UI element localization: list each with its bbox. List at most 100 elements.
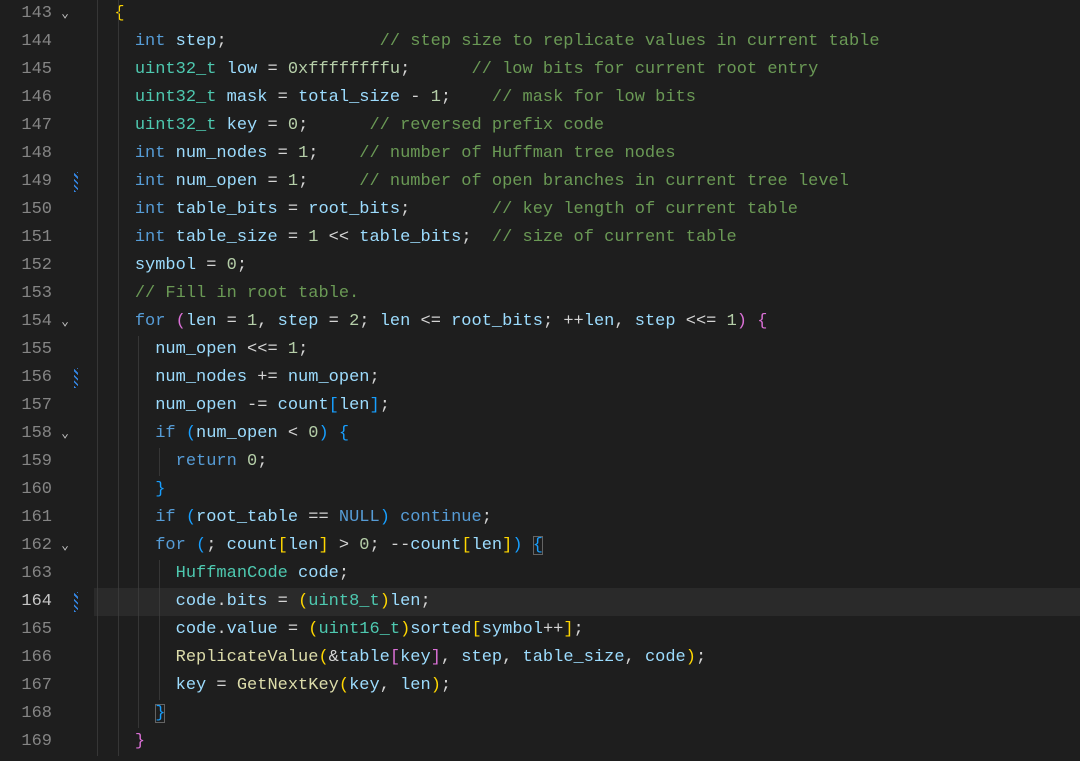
code-line[interactable]: int num_nodes = 1; // number of Huffman … [94,140,1080,168]
gutter-row[interactable]: 162⌄ [0,532,94,560]
code-line[interactable]: uint32_t mask = total_size - 1; // mask … [94,84,1080,112]
token-punc: ; [421,592,431,611]
gutter-row[interactable]: 153 [0,280,94,308]
gutter-row[interactable]: 159 [0,448,94,476]
gutter-row[interactable]: 158⌄ [0,420,94,448]
gutter-row[interactable]: 157 [0,392,94,420]
indent-guide [118,560,119,588]
gutter-row[interactable]: 155 [0,336,94,364]
code-line[interactable]: code.bits = (uint8_t)len; [94,588,1080,616]
indent-guide [97,280,98,308]
token-var: table_size [523,648,625,667]
gutter-row[interactable]: 151 [0,224,94,252]
token-default [176,424,186,443]
token-braceB: ) [380,508,390,527]
code-line[interactable]: num_open -= count[len]; [94,392,1080,420]
indent [94,704,155,723]
gutter-row[interactable]: 163 [0,560,94,588]
gutter-row[interactable]: 145 [0,56,94,84]
token-default [176,508,186,527]
code-line[interactable]: return 0; [94,448,1080,476]
code-line[interactable]: // Fill in root table. [94,280,1080,308]
code-line[interactable]: for (; count[len] > 0; --count[len]) { [94,532,1080,560]
token-punc: ; [298,340,308,359]
indent-guide [97,308,98,336]
line-number: 160 [0,476,56,504]
line-number: 149 [0,168,56,196]
gutter-row[interactable]: 160 [0,476,94,504]
token-number: 0 [247,452,257,471]
code-line[interactable]: ReplicateValue(&table[key], step, table_… [94,644,1080,672]
line-number: 165 [0,616,56,644]
token-braceP: ) [737,312,747,331]
gutter-row[interactable]: 150 [0,196,94,224]
gutter-row[interactable]: 166 [0,644,94,672]
fold-chevron-icon[interactable]: ⌄ [56,308,74,336]
gutter-row[interactable]: 148 [0,140,94,168]
gutter-row[interactable]: 169 [0,728,94,756]
indent-guide [118,616,119,644]
token-default [216,116,226,135]
code-line[interactable]: { [94,0,1080,28]
token-braceB: ) [318,424,328,443]
indent-guide [118,392,119,420]
code-line[interactable]: key = GetNextKey(key, len); [94,672,1080,700]
code-line[interactable]: for (len = 1, step = 2; len <= root_bits… [94,308,1080,336]
token-var: len [186,312,217,331]
gutter[interactable]: 143⌄144145146147148149150151152153154⌄15… [0,0,94,761]
indent-guide [97,196,98,224]
indent-guide [138,476,139,504]
gutter-row[interactable]: 143⌄ [0,0,94,28]
code-line[interactable]: } [94,728,1080,756]
fold-chevron-icon[interactable]: ⌄ [56,532,74,560]
gutter-row[interactable]: 164 [0,588,94,616]
gutter-row[interactable]: 152 [0,252,94,280]
code-line[interactable]: } [94,700,1080,728]
gutter-row[interactable]: 154⌄ [0,308,94,336]
gutter-row[interactable]: 147 [0,112,94,140]
gutter-row[interactable]: 144 [0,28,94,56]
code-line[interactable]: if (root_table == NULL) continue; [94,504,1080,532]
gutter-row[interactable]: 165 [0,616,94,644]
gutter-row[interactable]: 146 [0,84,94,112]
code-editor[interactable]: 143⌄144145146147148149150151152153154⌄15… [0,0,1080,761]
indent-guide [97,672,98,700]
code-line[interactable]: num_nodes += num_open; [94,364,1080,392]
code-line[interactable]: if (num_open < 0) { [94,420,1080,448]
gutter-row[interactable]: 156 [0,364,94,392]
token-braceB: ( [196,536,206,555]
code-line[interactable]: int step; // step size to replicate valu… [94,28,1080,56]
gutter-row[interactable]: 168 [0,700,94,728]
gutter-row[interactable]: 167 [0,672,94,700]
code-line[interactable]: uint32_t key = 0; // reversed prefix cod… [94,112,1080,140]
code-line[interactable]: uint32_t low = 0xffffffffu; // low bits … [94,56,1080,84]
token-punc: ++ [563,312,583,331]
token-braceY: ) [380,592,390,611]
token-punc: ; [696,648,706,667]
token-number: 1 [288,172,298,191]
code-line[interactable]: int table_bits = root_bits; // key lengt… [94,196,1080,224]
code-line[interactable]: HuffmanCode code; [94,560,1080,588]
token-number: 0xffffffffu [288,60,400,79]
fold-chevron-icon[interactable]: ⌄ [56,0,74,28]
token-default [216,88,226,107]
code-line[interactable]: int table_size = 1 << table_bits; // siz… [94,224,1080,252]
indent-guide [97,364,98,392]
token-default [318,144,359,163]
code-line[interactable]: } [94,476,1080,504]
token-punc: ; [482,508,492,527]
code-line[interactable]: symbol = 0; [94,252,1080,280]
gutter-row[interactable]: 149 [0,168,94,196]
fold-chevron-icon[interactable]: ⌄ [56,420,74,448]
token-keyword: for [135,312,166,331]
token-punc: ; [237,256,247,275]
token-var: code [176,620,217,639]
code-line[interactable]: int num_open = 1; // number of open bran… [94,168,1080,196]
code-area[interactable]: { int step; // step size to replicate va… [94,0,1080,761]
gutter-row[interactable]: 161 [0,504,94,532]
code-line[interactable]: num_open <<= 1; [94,336,1080,364]
line-number: 168 [0,700,56,728]
indent-guide [118,336,119,364]
indent-guide [97,336,98,364]
code-line[interactable]: code.value = (uint16_t)sorted[symbol++]; [94,616,1080,644]
